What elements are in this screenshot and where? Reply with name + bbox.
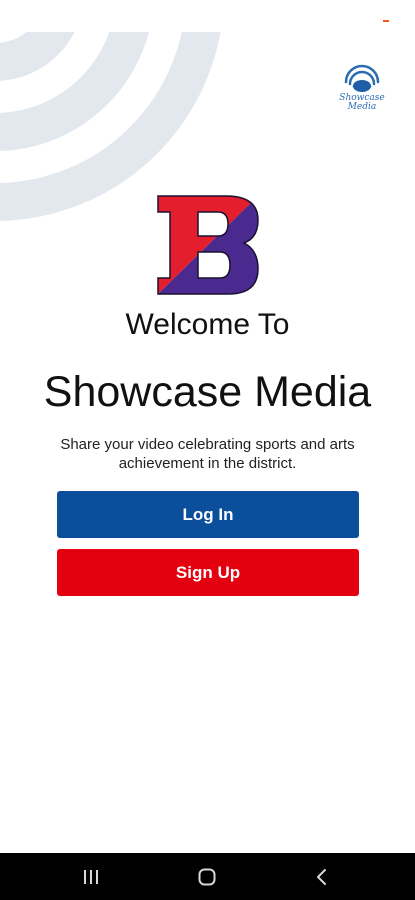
- tagline-text: Share your video celebrating sports and …: [60, 436, 355, 472]
- recents-icon: [84, 869, 98, 884]
- showcase-media-corner-logo: Showcase Media: [338, 62, 386, 118]
- back-button[interactable]: [292, 853, 352, 900]
- corner-logo-line2: Media: [347, 102, 377, 112]
- home-icon: [198, 868, 216, 885]
- welcome-heading: Welcome To: [125, 308, 290, 341]
- district-b-logo: [157, 195, 259, 295]
- recents-button[interactable]: [61, 853, 121, 900]
- broadcast-icon: [344, 64, 380, 92]
- signup-button[interactable]: Sign Up: [57, 549, 359, 596]
- app-title: Showcase Media: [43, 368, 372, 416]
- back-icon: [317, 868, 326, 885]
- system-navigation-bar: [0, 853, 415, 900]
- home-button[interactable]: [177, 853, 237, 900]
- status-indicator-icon: [383, 20, 389, 22]
- corner-logo-text: Showcase Media: [338, 94, 386, 112]
- status-bar: [0, 0, 415, 32]
- login-button[interactable]: Log In: [57, 491, 359, 538]
